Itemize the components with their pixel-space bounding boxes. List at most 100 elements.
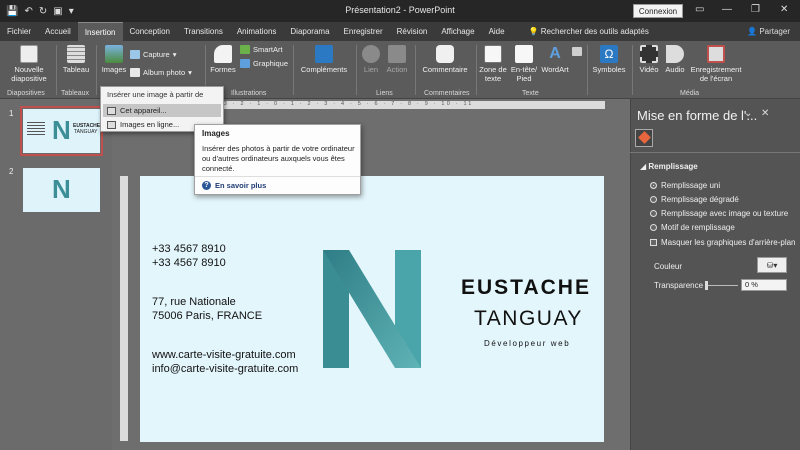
signin-button[interactable]: Connexion bbox=[633, 4, 683, 18]
card-address-2[interactable]: 75006 Paris, FRANCE bbox=[152, 310, 262, 322]
textbox-icon bbox=[484, 45, 502, 63]
menu-item-label: Cet appareil... bbox=[120, 106, 167, 115]
customize-qat-icon[interactable]: ▾ bbox=[69, 6, 74, 17]
tell-me-search[interactable]: 💡 Rechercher des outils adaptés bbox=[522, 22, 656, 41]
radio-button[interactable] bbox=[650, 196, 657, 203]
tab-fichier[interactable]: Fichier bbox=[0, 22, 38, 41]
tab-aide[interactable]: Aide bbox=[482, 22, 512, 41]
omega-icon: Ω bbox=[600, 45, 618, 63]
paint-bucket-shape bbox=[638, 131, 651, 144]
share-button[interactable]: 👤 Partager bbox=[747, 22, 790, 41]
card-website[interactable]: www.carte-visite-gratuite.com bbox=[152, 349, 296, 361]
computer-icon bbox=[107, 106, 116, 115]
addins-button[interactable]: Compléments bbox=[297, 45, 351, 74]
card-address-1[interactable]: 77, rue Nationale bbox=[152, 296, 236, 308]
radio-button[interactable] bbox=[650, 182, 657, 189]
slide-thumbnail-1[interactable]: N EUSTACHE TANGUAY bbox=[20, 106, 103, 156]
tab-enregistrer[interactable]: Enregistrer bbox=[337, 22, 390, 41]
ribbon-display-icon[interactable]: ▭ bbox=[695, 4, 704, 15]
card-email[interactable]: info@carte-visite-gratuite.com bbox=[152, 363, 298, 375]
n-logo[interactable] bbox=[323, 250, 421, 368]
screen-recording-button[interactable]: Enregistrement de l'écran bbox=[688, 45, 744, 83]
tab-conception[interactable]: Conception bbox=[123, 22, 177, 41]
tab-accueil[interactable]: Accueil bbox=[38, 22, 78, 41]
header-footer-button[interactable]: En-tête/ Pied bbox=[508, 45, 540, 83]
card-last-name[interactable]: TANGUAY bbox=[474, 307, 583, 331]
close-icon[interactable]: ✕ bbox=[780, 4, 788, 15]
comment-button[interactable]: Commentaire bbox=[418, 45, 472, 74]
tab-affichage[interactable]: Affichage bbox=[434, 22, 481, 41]
redo-icon[interactable]: ↻ bbox=[39, 6, 47, 17]
minimize-icon[interactable]: — bbox=[722, 4, 732, 15]
table-icon bbox=[67, 45, 85, 63]
images-button[interactable]: Images bbox=[98, 45, 130, 74]
smartart-button[interactable]: SmartArt bbox=[240, 45, 283, 54]
video-icon bbox=[640, 45, 658, 63]
tab-revision[interactable]: Révision bbox=[390, 22, 435, 41]
tab-insertion[interactable]: Insertion bbox=[77, 22, 123, 41]
text-more-button[interactable] bbox=[572, 47, 582, 56]
picture-fill-option[interactable]: Remplissage avec image ou texture bbox=[650, 209, 788, 218]
comment-icon bbox=[436, 45, 454, 63]
table-button[interactable]: Tableau bbox=[58, 45, 94, 74]
card-role[interactable]: Développeur web bbox=[484, 339, 570, 348]
close-pane-icon[interactable]: ✕ bbox=[761, 108, 769, 119]
checkbox[interactable] bbox=[650, 239, 657, 246]
photo-album-button[interactable]: Album photo ▾ bbox=[130, 68, 192, 77]
link-button[interactable]: Lien bbox=[358, 45, 384, 74]
chevron-down-icon[interactable]: ⌄ bbox=[744, 108, 752, 119]
tab-diaporama[interactable]: Diaporama bbox=[283, 22, 336, 41]
transparency-slider-track[interactable] bbox=[706, 285, 738, 286]
table-label: Tableau bbox=[62, 65, 90, 74]
restore-icon[interactable]: ❐ bbox=[751, 4, 760, 15]
transparency-input[interactable]: 0 % bbox=[741, 279, 787, 291]
album-icon bbox=[130, 68, 140, 77]
slide-number: 1 bbox=[9, 109, 14, 118]
card-phone-2[interactable]: +33 4567 8910 bbox=[152, 257, 226, 269]
save-icon[interactable]: 💾 bbox=[6, 6, 18, 17]
wordart-button[interactable]: A WordArt bbox=[540, 45, 570, 74]
transparency-slider-handle[interactable] bbox=[705, 281, 708, 290]
slide-number: 2 bbox=[9, 167, 14, 176]
tab-transitions[interactable]: Transitions bbox=[177, 22, 230, 41]
new-slide-button[interactable]: Nouvelle diapositive bbox=[6, 45, 52, 83]
capture-button[interactable]: Capture ▾ bbox=[130, 50, 176, 59]
card-phone-1[interactable]: +33 4567 8910 bbox=[152, 243, 226, 255]
separator bbox=[476, 45, 477, 95]
tab-animations[interactable]: Animations bbox=[230, 22, 284, 41]
color-label: Couleur bbox=[654, 262, 683, 271]
action-button[interactable]: Action bbox=[383, 45, 411, 74]
group-label-media: Média bbox=[680, 90, 700, 97]
shapes-button[interactable]: Formes bbox=[208, 45, 238, 74]
fill-section-label: Remplissage bbox=[648, 162, 698, 171]
present-icon[interactable]: ▣ bbox=[53, 6, 62, 17]
paint-bucket-icon[interactable] bbox=[635, 129, 653, 147]
group-label-text: Texte bbox=[522, 90, 539, 97]
textbox-button[interactable]: Zone de texte bbox=[478, 45, 508, 83]
gradient-fill-option[interactable]: Remplissage dégradé bbox=[650, 195, 739, 204]
tell-me-label: Rechercher des outils adaptés bbox=[540, 27, 649, 36]
card-first-name[interactable]: EUSTACHE bbox=[461, 276, 591, 300]
tooltip-body: Insérer des photos à partir de votre ord… bbox=[202, 144, 355, 173]
link-label: Lien bbox=[363, 65, 379, 74]
chart-button[interactable]: Graphique bbox=[240, 59, 288, 68]
separator bbox=[587, 45, 588, 95]
new-slide-icon bbox=[20, 45, 38, 63]
menu-item-this-device[interactable]: Cet appareil... bbox=[103, 104, 221, 117]
learn-more-link[interactable]: ? En savoir plus bbox=[202, 181, 266, 190]
symbols-button[interactable]: Ω Symboles bbox=[589, 45, 629, 74]
undo-icon[interactable]: ↶ bbox=[24, 6, 32, 17]
pattern-fill-option[interactable]: Motif de remplissage bbox=[650, 223, 735, 232]
slide-thumbnail-2[interactable]: N bbox=[23, 168, 100, 212]
audio-button[interactable]: Audio bbox=[662, 45, 688, 74]
color-picker-button[interactable]: ⛁ ▾ bbox=[757, 257, 787, 273]
fill-section-header[interactable]: ◢ Remplissage bbox=[640, 162, 698, 171]
solid-fill-option[interactable]: Remplissage uni bbox=[650, 181, 720, 190]
hide-background-graphics-option[interactable]: Masquer les graphiques d'arrière-plan bbox=[650, 238, 796, 247]
share-label: Partager bbox=[759, 27, 790, 36]
smartart-label: SmartArt bbox=[253, 45, 283, 54]
radio-button[interactable] bbox=[650, 210, 657, 217]
video-button[interactable]: Vidéo bbox=[636, 45, 662, 74]
quick-access-toolbar: 💾 ↶ ↻ ▣ ▾ bbox=[0, 6, 74, 17]
radio-button[interactable] bbox=[650, 224, 657, 231]
